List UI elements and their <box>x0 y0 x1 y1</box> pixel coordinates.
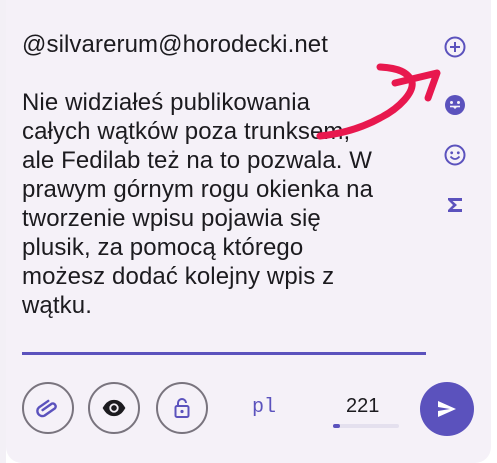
text-area-underline <box>22 352 426 355</box>
language-selector[interactable]: pl <box>252 396 276 419</box>
emoji-smile-icon <box>444 144 466 166</box>
attach-media-button[interactable] <box>22 382 74 434</box>
send-icon <box>438 401 456 417</box>
attachment-icon <box>36 399 57 418</box>
send-button[interactable] <box>420 382 474 436</box>
character-progress-bar <box>333 424 399 428</box>
visibility-button[interactable] <box>88 382 140 434</box>
visibility-eye-icon <box>102 399 126 417</box>
plus-circle-icon <box>444 36 466 58</box>
compose-text-area[interactable]: @silvarerum@horodecki.net Nie widziałeś … <box>22 30 430 320</box>
character-counter: 221 <box>346 395 380 417</box>
emoji-button[interactable] <box>440 140 470 170</box>
content-warning-button[interactable] <box>156 382 208 434</box>
add-thread-post-button[interactable] <box>440 32 470 62</box>
character-progress-fill <box>333 424 341 428</box>
math-formula-button[interactable] <box>440 190 470 220</box>
sigma-icon <box>448 198 462 212</box>
custom-emoji-button[interactable] <box>440 90 470 120</box>
emoji-stick-out-tongue-icon <box>445 95 465 115</box>
lock-icon <box>174 398 190 418</box>
